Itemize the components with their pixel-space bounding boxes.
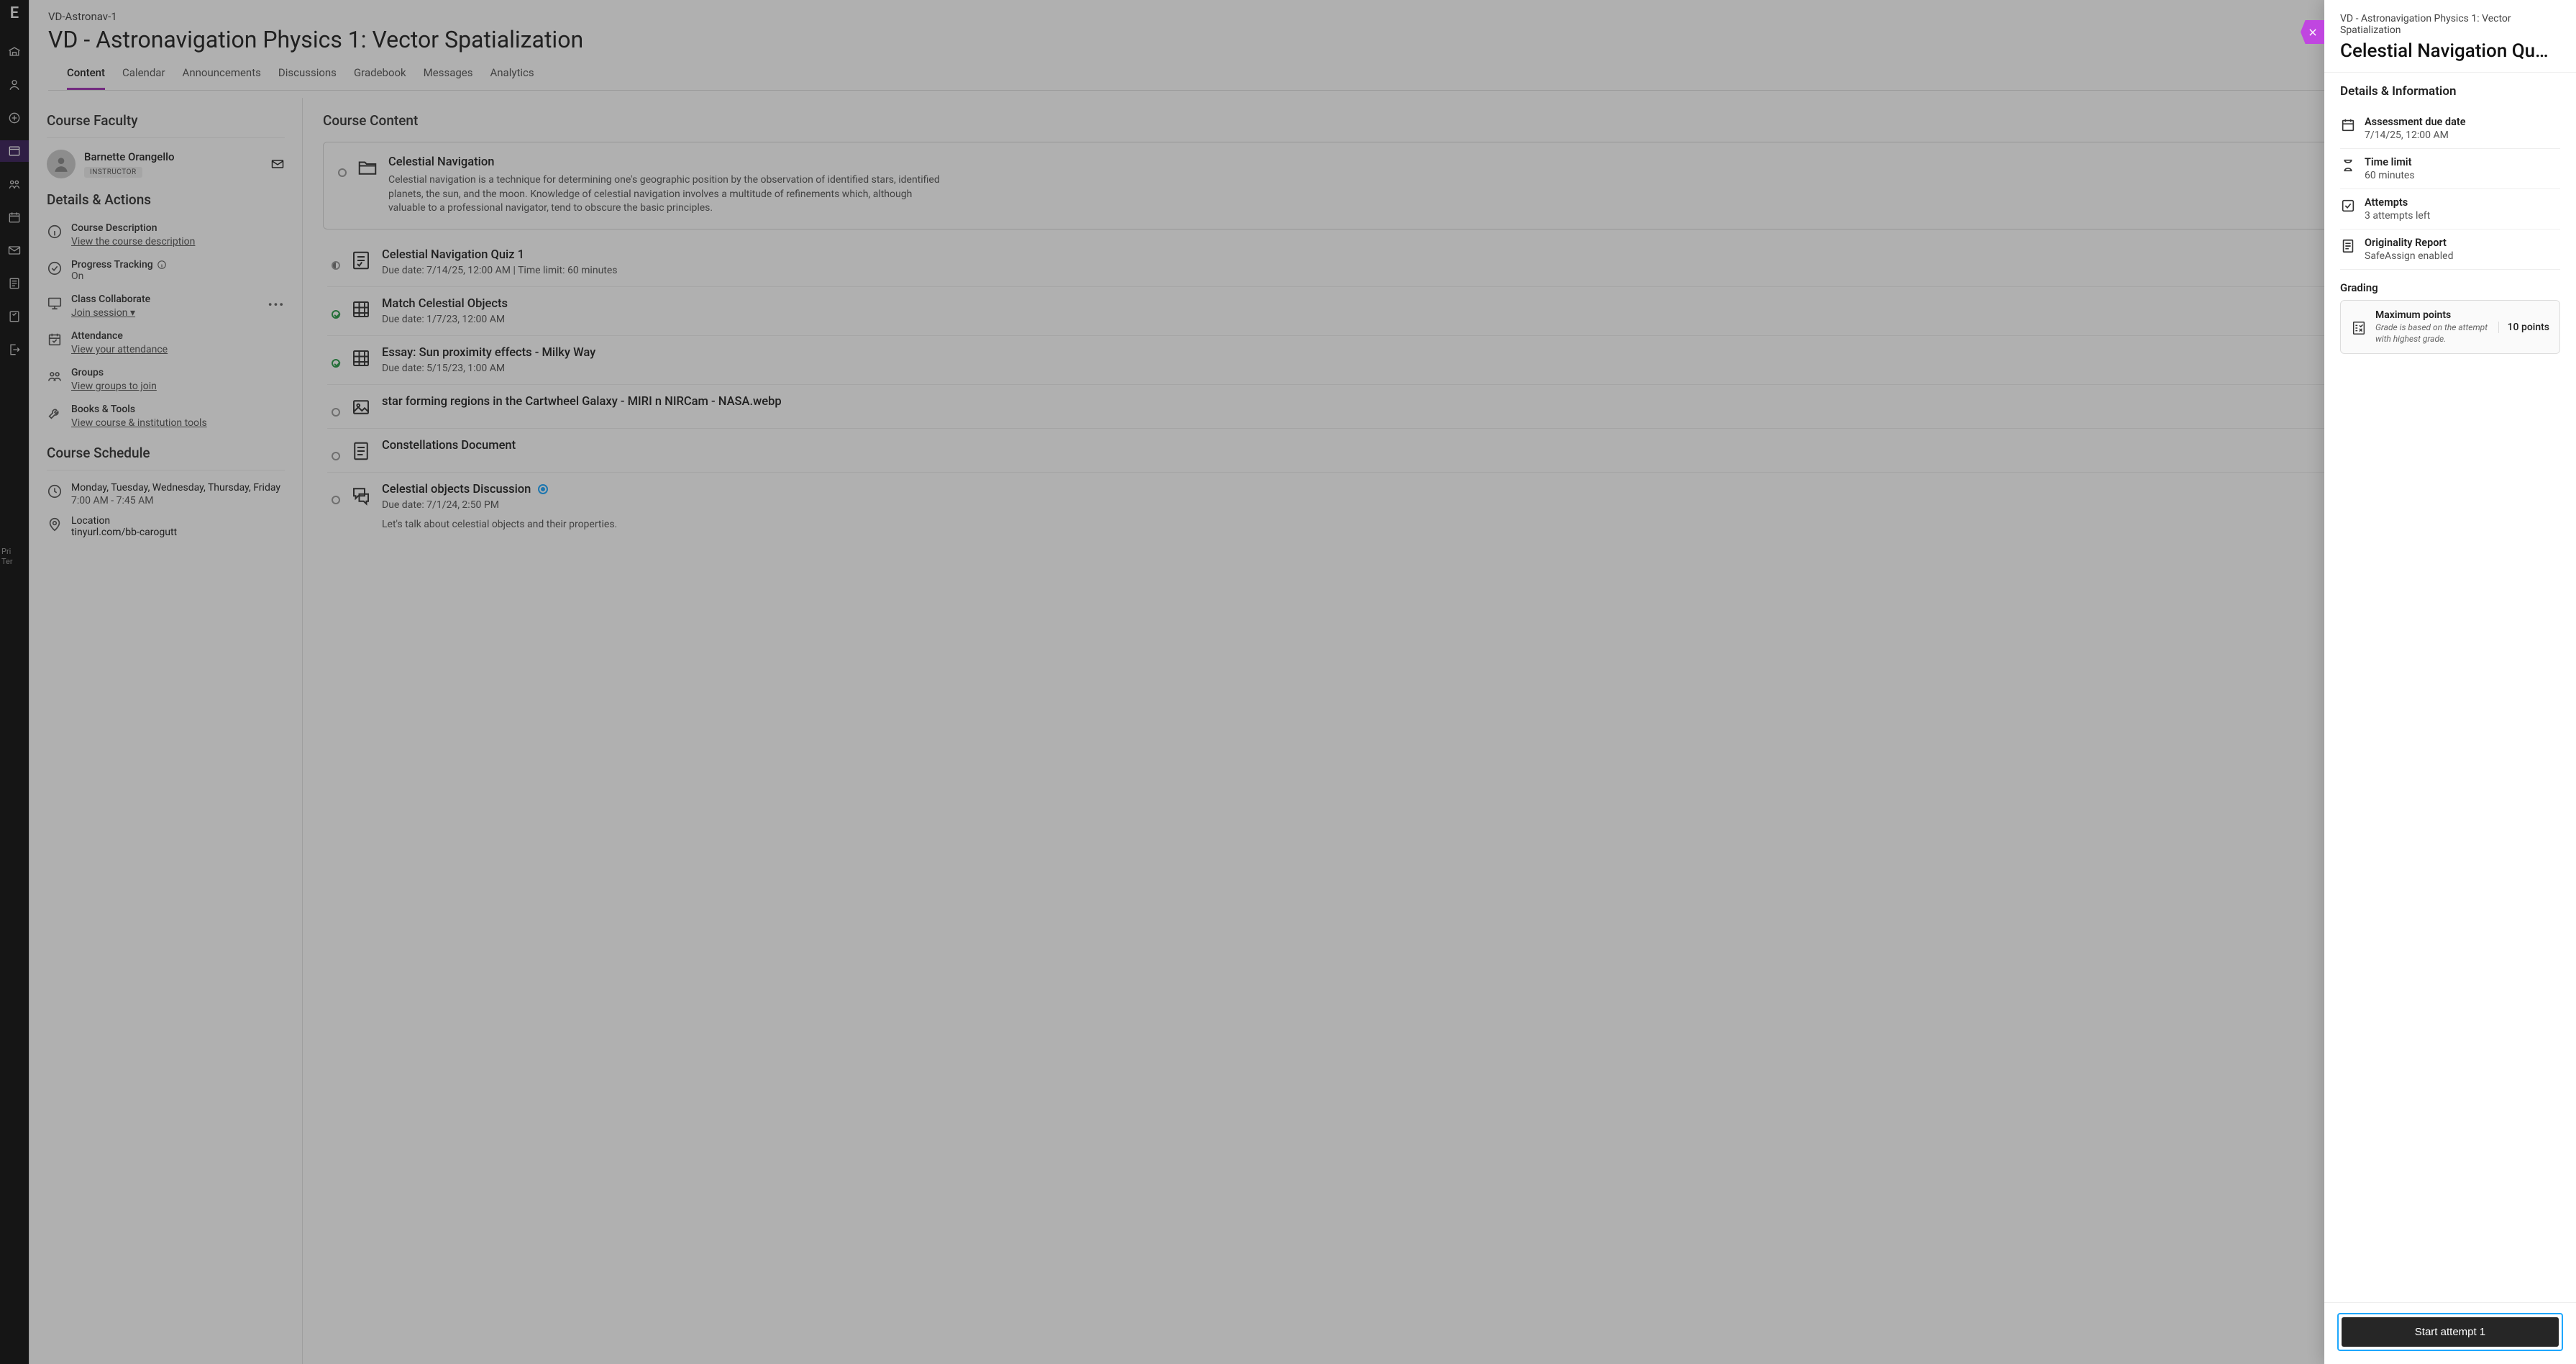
time-limit-label: Time limit — [2365, 156, 2415, 168]
start-attempt-button[interactable]: Start attempt 1 — [2342, 1317, 2559, 1347]
originality-value: SafeAssign enabled — [2365, 250, 2453, 262]
overlay-dimmer[interactable] — [0, 0, 2576, 1364]
due-date-value: 7/14/25, 12:00 AM — [2365, 129, 2466, 141]
grade-subtitle: Grade is based on the attempt with highe… — [2375, 322, 2490, 345]
panel-breadcrumb: VD - Astronavigation Physics 1: Vector S… — [2340, 13, 2560, 36]
grading-heading: Grading — [2340, 281, 2560, 294]
originality-icon — [2340, 238, 2356, 254]
grade-points: 10 points — [2498, 322, 2549, 333]
grade-icon — [2351, 318, 2367, 338]
panel-title: Celestial Navigation Qu… — [2340, 40, 2560, 62]
close-icon — [2308, 27, 2318, 37]
grade-title: Maximum points — [2375, 309, 2490, 321]
time-limit-value: 60 minutes — [2365, 170, 2415, 181]
attempts-label: Attempts — [2365, 196, 2430, 209]
timer-icon — [2340, 158, 2356, 173]
start-button-focus-ring: Start attempt 1 — [2337, 1313, 2563, 1351]
quiz-details-panel: VD - Astronavigation Physics 1: Vector S… — [2324, 0, 2576, 1364]
attempts-value: 3 attempts left — [2365, 210, 2430, 222]
attempts-icon — [2340, 198, 2356, 214]
calendar-icon — [2340, 117, 2356, 133]
details-info-heading: Details & Information — [2340, 84, 2560, 99]
close-panel-button[interactable] — [2301, 20, 2324, 44]
due-date-label: Assessment due date — [2365, 116, 2466, 128]
grade-box: Maximum points Grade is based on the att… — [2340, 300, 2560, 354]
originality-label: Originality Report — [2365, 237, 2453, 249]
